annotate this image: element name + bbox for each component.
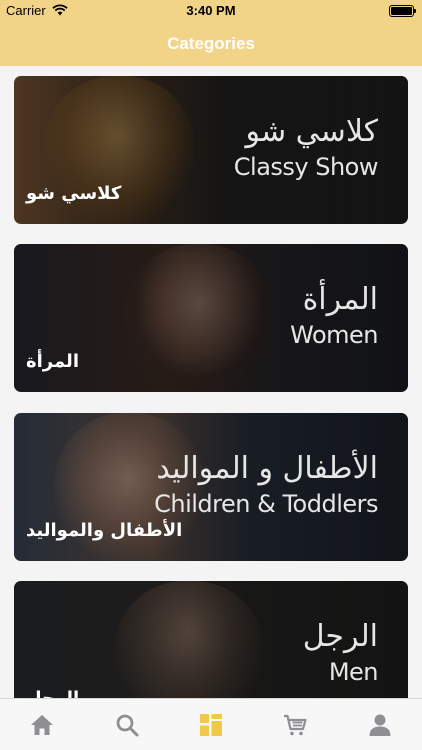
profile-icon	[369, 714, 391, 736]
tab-cart[interactable]	[253, 699, 337, 750]
card-overlay-arabic: المرأة	[302, 282, 378, 317]
card-overlay-arabic: كلاسي شو	[245, 114, 379, 149]
card-label: الأطفال والمواليد	[26, 520, 183, 541]
category-card-women[interactable]: المرأة Women المرأة	[14, 244, 408, 392]
card-label: الرجل	[26, 688, 79, 698]
page-title: Categories	[167, 34, 255, 53]
nav-bar: Categories	[0, 22, 422, 66]
tab-profile[interactable]	[338, 699, 422, 750]
card-overlay-english: Children & Toddlers	[154, 490, 378, 518]
status-time: 3:40 PM	[186, 3, 236, 18]
search-icon	[116, 714, 139, 736]
category-card-classy-show[interactable]: كلاسي شو Classy Show كلاسي شو	[14, 76, 408, 224]
category-card-children[interactable]: الأطفال و المواليد Children & Toddlers ا…	[14, 413, 408, 561]
categories-icon	[199, 713, 222, 736]
card-label: المرأة	[26, 351, 79, 372]
cart-icon	[284, 714, 307, 735]
tab-search[interactable]	[85, 699, 169, 750]
category-card-men[interactable]: الرجل Men الرجل	[14, 581, 408, 698]
card-overlay-arabic: الرجل	[302, 619, 378, 654]
card-overlay-english: Classy Show	[233, 153, 379, 181]
card-overlay-english: Men	[328, 658, 379, 686]
category-list[interactable]: كلاسي شو Classy Show كلاسي شو المرأة Wom…	[0, 66, 422, 698]
card-label: كلاسي شو	[26, 183, 122, 204]
card-overlay-arabic: الأطفال و المواليد	[156, 451, 378, 486]
card-overlay-english: Women	[290, 321, 378, 349]
status-bar: Carrier 3:40 PM	[0, 0, 422, 22]
tab-categories[interactable]	[169, 699, 253, 750]
tab-home[interactable]	[0, 699, 84, 750]
battery-icon	[389, 5, 416, 17]
tab-bar	[0, 698, 422, 750]
home-icon	[31, 714, 54, 735]
